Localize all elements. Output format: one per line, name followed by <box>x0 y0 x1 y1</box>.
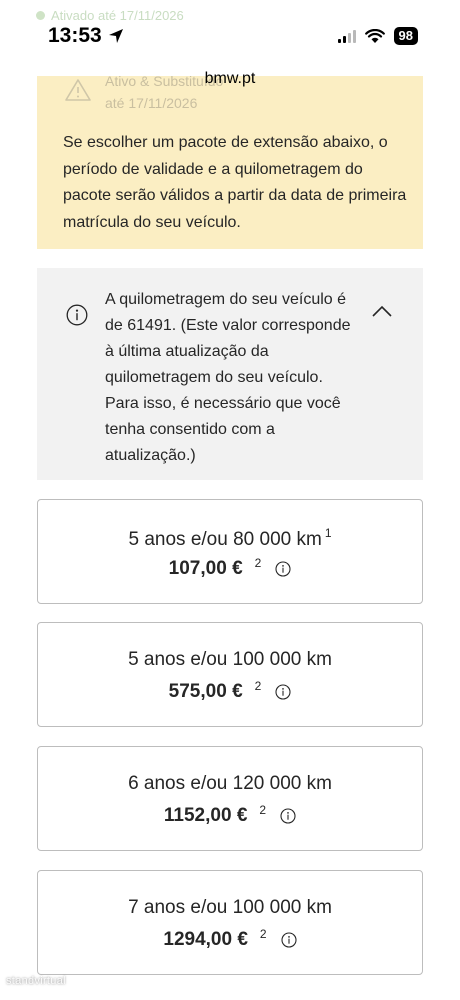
mileage-info-panel: A quilometragem do seu veículo é de 6149… <box>37 268 423 480</box>
package-price: 575,00 € <box>168 681 243 702</box>
package-price-row: 1294,00 € 2 <box>38 927 422 951</box>
package-price-row: 575,00 € 2 <box>38 679 422 703</box>
info-circle-icon[interactable] <box>275 561 291 577</box>
package-title: 5 anos e/ou 100 000 km <box>128 649 332 670</box>
status-time: 13:53 <box>48 24 124 48</box>
info-circle-icon[interactable] <box>281 932 297 948</box>
package-title: 6 anos e/ou 120 000 km <box>128 773 332 794</box>
mileage-info-text: A quilometragem do seu veículo é de 6149… <box>105 291 351 464</box>
signal-icon <box>337 29 356 43</box>
warning-faded-date: até 17/11/2026 <box>105 95 198 111</box>
location-arrow-icon <box>108 29 123 43</box>
footnote-ref: 2 <box>254 556 262 570</box>
package-price: 1152,00 € <box>163 805 248 826</box>
package-card[interactable]: 6 anos e/ou 120 000 km 1152,00 € 2 <box>37 746 423 851</box>
info-circle-icon[interactable] <box>275 684 291 700</box>
footnote-ref: 2 <box>259 927 267 941</box>
browser-url[interactable]: bmw.pt <box>0 70 460 88</box>
status-dot-icon <box>36 11 45 20</box>
watermark: standvirtual <box>6 975 66 987</box>
package-card[interactable]: 5 anos e/ou 80 000 km 1 107,00 € 2 <box>37 499 423 604</box>
package-title: 7 anos e/ou 100 000 km <box>128 897 332 918</box>
package-title: 5 anos e/ou 80 000 km 1 <box>128 526 332 550</box>
footnote-ref: 1 <box>324 526 332 540</box>
footnote-ref: 2 <box>254 679 262 693</box>
footnote-ref: 2 <box>259 803 267 817</box>
info-circle-icon[interactable] <box>280 808 296 824</box>
warning-text: Se escolher um pacote de extensão abaixo… <box>63 134 407 231</box>
package-price-row: 1152,00 € 2 <box>38 803 422 827</box>
status-indicators: 98 <box>337 27 418 45</box>
package-price: 107,00 € <box>168 558 243 579</box>
chevron-up-icon[interactable] <box>372 305 392 317</box>
package-card[interactable]: 5 anos e/ou 100 000 km 575,00 € 2 <box>37 622 423 727</box>
package-card[interactable]: 7 anos e/ou 100 000 km 1294,00 € 2 <box>37 870 423 975</box>
status-behind-text: Ativado até 17/11/2026 <box>36 8 184 23</box>
info-circle-icon <box>66 304 88 326</box>
package-price-row: 107,00 € 2 <box>38 556 422 580</box>
wifi-icon <box>364 28 385 43</box>
status-bar: Ativado até 17/11/2026 13:53 98 <box>0 0 460 76</box>
package-price: 1294,00 € <box>163 929 248 950</box>
battery-indicator: 98 <box>393 27 418 45</box>
